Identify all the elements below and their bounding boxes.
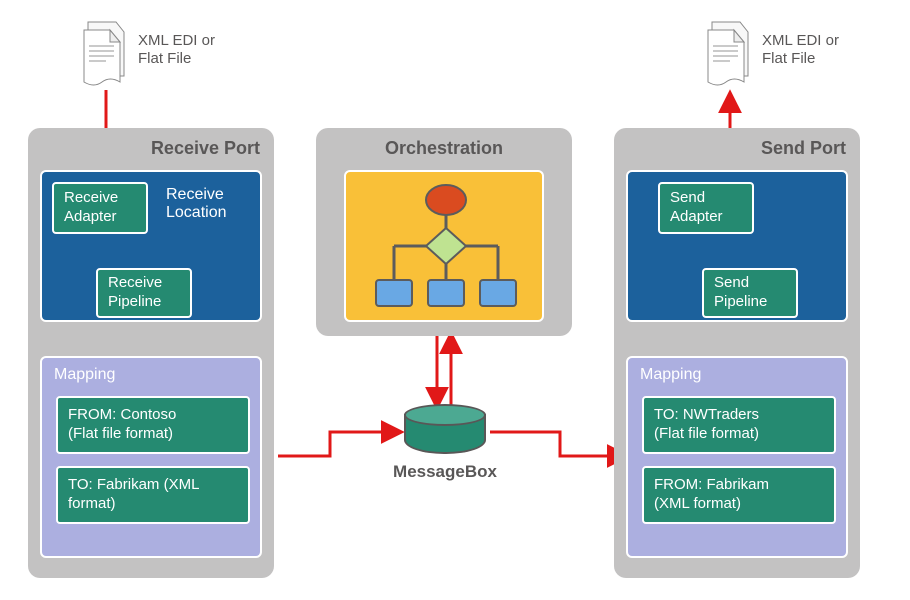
output-doc-icon bbox=[704, 20, 756, 90]
send-mapping-box: Mapping TO: NWTraders (Flat file format)… bbox=[626, 356, 848, 558]
receive-port-panel: Receive Port Receive Location Receive Ad… bbox=[28, 128, 274, 578]
messagebox-cylinder bbox=[404, 404, 486, 456]
messagebox-label: MessageBox bbox=[380, 462, 510, 482]
receive-mapping-title: Mapping bbox=[54, 366, 115, 384]
send-port-panel: Send Port Send Adapter Send Pipeline Map… bbox=[614, 128, 860, 578]
receive-mapping-to: TO: Fabrikam (XML format) bbox=[56, 466, 250, 524]
send-mapping-to: TO: NWTraders (Flat file format) bbox=[642, 396, 836, 454]
receive-location-label: Receive Location bbox=[166, 186, 227, 222]
send-mapping-title: Mapping bbox=[640, 366, 701, 384]
orchestration-panel: Orchestration bbox=[316, 128, 572, 336]
send-pipeline-box: Send Pipeline bbox=[702, 268, 798, 318]
receive-adapter-box: Receive Adapter bbox=[52, 182, 148, 234]
send-adapter-box: Send Adapter bbox=[658, 182, 754, 234]
input-doc-icon bbox=[80, 20, 132, 90]
send-location-box: Send Adapter Send Pipeline bbox=[626, 170, 848, 322]
send-port-title: Send Port bbox=[761, 138, 846, 159]
receive-mapping-box: Mapping FROM: Contoso (Flat file format)… bbox=[40, 356, 262, 558]
arrow-msgbox-to-send bbox=[490, 432, 626, 456]
orchestration-diagram-box bbox=[344, 170, 544, 322]
flowchart-icon bbox=[346, 172, 546, 324]
arrow-receive-to-msgbox bbox=[278, 432, 400, 456]
output-doc-label: XML EDI or Flat File bbox=[762, 32, 882, 68]
receive-port-title: Receive Port bbox=[151, 138, 260, 159]
send-mapping-from: FROM: Fabrikam (XML format) bbox=[642, 466, 836, 524]
orchestration-title: Orchestration bbox=[316, 138, 572, 159]
receive-pipeline-box: Receive Pipeline bbox=[96, 268, 192, 318]
input-doc-label: XML EDI or Flat File bbox=[138, 32, 248, 68]
receive-mapping-from: FROM: Contoso (Flat file format) bbox=[56, 396, 250, 454]
receive-location-box: Receive Location Receive Adapter Receive… bbox=[40, 170, 262, 322]
